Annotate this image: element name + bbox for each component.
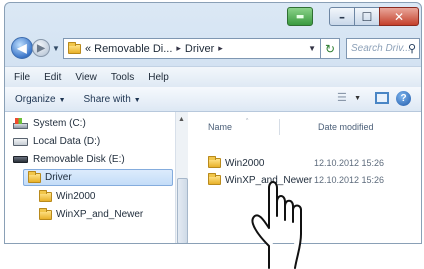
minimize-button[interactable]: – xyxy=(329,7,355,26)
column-header-date-modified[interactable]: Date modified xyxy=(318,122,374,132)
breadcrumb-driver[interactable]: Driver xyxy=(185,43,214,55)
search-placeholder: Search Driv... xyxy=(351,43,411,54)
navigation-scrollbar[interactable]: ▲ xyxy=(175,112,188,243)
file-name: Win2000 xyxy=(225,157,265,169)
tree-item-label: System (C:) xyxy=(33,118,86,129)
tree-item-local-data-d[interactable]: Local Data (D:) xyxy=(13,134,100,149)
breadcrumb-separator-icon[interactable]: ▸ xyxy=(218,43,223,54)
tree-item-label: Win2000 xyxy=(56,191,96,202)
chevron-down-icon: ▼ xyxy=(58,96,66,104)
breadcrumb-overflow[interactable]: « xyxy=(85,43,91,55)
tree-item-removable-disk-e[interactable]: Removable Disk (E:) xyxy=(13,152,125,167)
file-date: 12.10.2012 15:26 xyxy=(314,158,385,168)
help-icon[interactable]: ? xyxy=(396,91,411,106)
sort-indicator-icon: ˆ xyxy=(246,119,249,126)
column-header-name[interactable]: Name ˆ xyxy=(208,119,248,132)
tree-item-system-c[interactable]: System (C:) xyxy=(13,116,86,131)
column-header-label: Name xyxy=(208,122,233,132)
share-with-button[interactable]: Share with ▼ xyxy=(84,94,141,105)
minimize-icon: – xyxy=(339,9,345,24)
share-with-label: Share with xyxy=(83,93,131,105)
preview-pane-icon[interactable] xyxy=(375,92,389,104)
search-icon[interactable]: ⚲ xyxy=(408,42,416,55)
system-drive-icon xyxy=(13,118,28,129)
folder-icon xyxy=(39,207,52,220)
folder-icon xyxy=(39,189,52,202)
organize-button[interactable]: Organize ▼ xyxy=(15,94,66,105)
hand-pointer-icon xyxy=(251,181,302,269)
tree-item-label: WinXP_and_Newer xyxy=(56,209,144,220)
folder-icon xyxy=(28,170,41,183)
forward-arrow-icon: ▶ xyxy=(37,42,45,54)
menu-view[interactable]: View xyxy=(75,72,97,83)
menu-help[interactable]: Help xyxy=(148,72,169,83)
removable-drive-icon xyxy=(13,156,28,163)
breadcrumb-removable-disk[interactable]: Removable Di... xyxy=(94,43,172,55)
command-bar: Organize ▼ Share with ▼ ☰ ▼ ? xyxy=(5,87,421,112)
tree-item-label: Local Data (D:) xyxy=(33,136,101,147)
tree-item-winxp-and-newer[interactable]: WinXP_and_Newer xyxy=(35,207,143,222)
breadcrumb-separator-icon[interactable]: ▸ xyxy=(176,43,181,54)
file-date: 12.10.2012 15:26 xyxy=(314,175,385,185)
chevron-down-icon: ▼ xyxy=(133,96,141,104)
refresh-icon: ↻ xyxy=(324,41,336,56)
folder-icon xyxy=(208,156,221,168)
maximize-icon: ☐ xyxy=(361,9,373,24)
column-divider[interactable] xyxy=(279,119,280,135)
explorer-window: ▬ – ☐ ✕ ◀ ▶ ▼ « Removable Di... ▸ Driver… xyxy=(4,2,422,244)
close-icon: ✕ xyxy=(393,9,405,24)
battery-status-icon: ▬ xyxy=(287,7,313,26)
address-dropdown-icon[interactable]: ▼ xyxy=(308,44,316,53)
scroll-up-icon[interactable]: ▲ xyxy=(178,116,185,123)
navigation-pane: System (C:) Local Data (D:) Removable Di… xyxy=(5,112,188,243)
menu-file[interactable]: File xyxy=(14,72,30,83)
refresh-button[interactable]: ↻ xyxy=(321,38,340,59)
close-button[interactable]: ✕ xyxy=(379,7,419,26)
menu-edit[interactable]: Edit xyxy=(44,72,61,83)
scrollbar-thumb[interactable] xyxy=(177,178,188,243)
column-header-label: Date modified xyxy=(318,122,374,132)
change-view-icon[interactable]: ☰ xyxy=(337,93,351,104)
tree-item-win2000[interactable]: Win2000 xyxy=(35,189,95,204)
search-input[interactable]: Search Driv... ⚲ xyxy=(346,38,420,59)
menu-tools[interactable]: Tools xyxy=(111,72,134,83)
folder-icon xyxy=(68,41,81,54)
tree-item-driver[interactable]: Driver xyxy=(23,169,173,186)
menu-bar: File Edit View Tools Help xyxy=(5,66,421,88)
drive-icon xyxy=(13,137,28,146)
tree-item-label: Removable Disk (E:) xyxy=(33,154,125,165)
back-arrow-icon: ◀ xyxy=(17,41,27,55)
address-bar[interactable]: « Removable Di... ▸ Driver ▸ ▼ xyxy=(63,38,321,59)
view-options-dropdown[interactable]: ▼ xyxy=(354,95,361,102)
organize-label: Organize xyxy=(15,93,56,105)
tree-item-label: Driver xyxy=(45,172,72,183)
maximize-button[interactable]: ☐ xyxy=(354,7,380,26)
recent-pages-dropdown[interactable]: ▼ xyxy=(52,44,60,53)
back-button[interactable]: ◀ xyxy=(11,37,33,59)
folder-icon xyxy=(208,173,221,185)
forward-button[interactable]: ▶ xyxy=(32,39,50,57)
